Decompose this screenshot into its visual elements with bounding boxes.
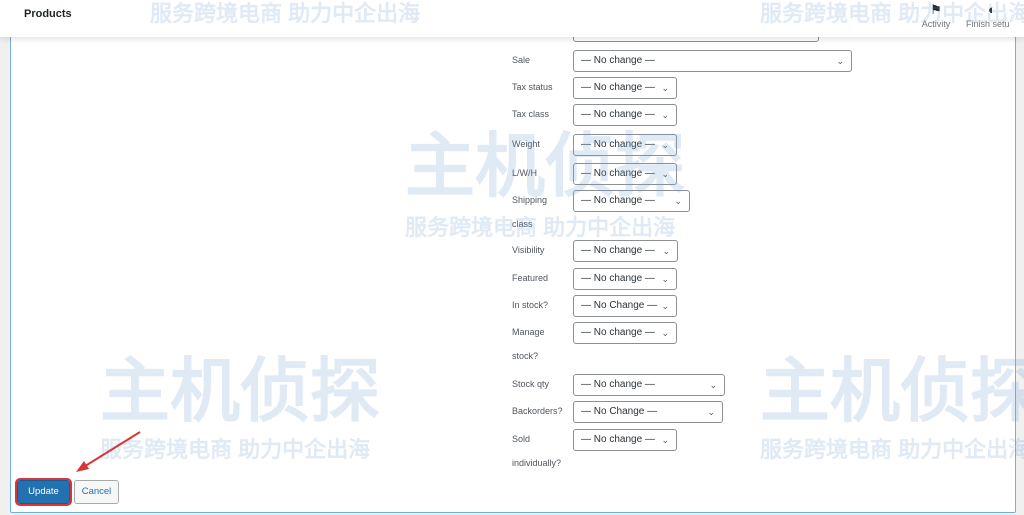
label-text: Visibility <box>512 245 545 255</box>
selected-value: — No change — <box>581 273 655 284</box>
label-text: L/W/H <box>512 168 538 178</box>
field-label-manage: Manage stock? <box>512 326 545 362</box>
chevron-down-icon: ⌄ <box>662 246 670 256</box>
cancel-button[interactable]: Cancel <box>74 480 119 504</box>
chevron-down-icon: ⌄ <box>674 196 682 206</box>
field-label-sold: Sold individually? <box>512 433 561 469</box>
selected-value: — No Change — <box>581 406 658 417</box>
chevron-down-icon: ⌄ <box>661 140 669 150</box>
field-label-stock-qty: Stock qty <box>512 378 549 390</box>
annotation-arrow-icon <box>76 431 141 472</box>
selected-value: — No change — <box>581 168 655 179</box>
chevron-down-icon: ⌄ <box>709 380 717 390</box>
label-text: In stock? <box>512 300 549 310</box>
page-title: Products <box>24 8 72 20</box>
chevron-down-icon: ⌄ <box>661 83 669 93</box>
label-text: Tax status <box>512 82 553 92</box>
activity-button[interactable]: ⚑ Activity <box>916 0 956 29</box>
selected-value: — No change — <box>581 82 655 93</box>
sold-select[interactable]: — No change — ⌄ <box>573 429 677 451</box>
chevron-down-icon: ⌄ <box>661 169 669 179</box>
field-label-sale: Sale <box>512 54 530 66</box>
chevron-down-icon: ⌄ <box>661 328 669 338</box>
label-text: Stock qty <box>512 379 550 389</box>
field-label-featured: Featured <box>512 272 548 284</box>
selected-value: — No change — <box>581 245 655 256</box>
visibility-select[interactable]: — No change — ⌄ <box>573 240 678 262</box>
label-text-line2: stock? <box>512 351 539 361</box>
field-label-weight: Weight <box>512 138 540 150</box>
progress-circle-icon: ◐ <box>988 2 996 17</box>
backorders-select[interactable]: — No Change — ⌄ <box>573 401 723 423</box>
field-label-in-stock: In stock? <box>512 299 548 311</box>
selected-value: — No Change — <box>581 300 658 311</box>
field-label-tax-status: Tax status <box>512 81 553 93</box>
label-text: Sold <box>512 434 531 444</box>
selected-value: — No change — <box>581 139 655 150</box>
tax-class-select[interactable]: — No change — ⌄ <box>573 104 677 126</box>
chevron-down-icon: ⌄ <box>707 407 715 417</box>
label-text: Tax class <box>512 109 550 119</box>
stock-qty-select[interactable]: — No change — ⌄ <box>573 374 725 396</box>
flag-icon: ⚑ <box>930 2 942 17</box>
sale-select[interactable]: — No change — ⌄ <box>573 50 852 72</box>
selected-value: — No change — <box>581 109 655 120</box>
finish-setup-button[interactable]: ◐ Finish setu <box>966 0 1024 29</box>
selected-value: — No change — <box>581 434 655 445</box>
manage-select[interactable]: — No change — ⌄ <box>573 322 677 344</box>
label-text: Shipping <box>512 195 548 205</box>
chevron-down-icon: ⌄ <box>661 301 669 311</box>
chevron-down-icon: ⌄ <box>661 435 669 445</box>
field-label-l-w-h: L/W/H <box>512 167 537 179</box>
top-header: Products ⚑ Activity ◐ Finish setu <box>0 0 1024 37</box>
label-text: Backorders? <box>512 406 563 416</box>
selected-value: — No change — <box>581 379 655 390</box>
in-stock-select[interactable]: — No Change — ⌄ <box>573 295 677 317</box>
shipping-select[interactable]: — No change — ⌄ <box>573 190 690 212</box>
featured-select[interactable]: — No change — ⌄ <box>573 268 677 290</box>
selected-value: — No change — <box>581 327 655 338</box>
activity-label: Activity <box>921 19 951 29</box>
tax-status-select[interactable]: — No change — ⌄ <box>573 77 677 99</box>
label-text-line2: individually? <box>512 458 562 468</box>
update-button[interactable]: Update <box>15 478 72 506</box>
label-text-line2: class <box>512 219 533 229</box>
selected-value: — No change — <box>581 55 655 66</box>
field-label-backorders: Backorders? <box>512 405 563 417</box>
field-label-shipping: Shipping class <box>512 194 547 230</box>
selected-value: — No change — <box>581 195 655 206</box>
label-text: Manage <box>512 327 545 337</box>
field-label-visibility: Visibility <box>512 244 544 256</box>
field-label-tax-class: Tax class <box>512 108 549 120</box>
chevron-down-icon: ⌄ <box>836 56 844 66</box>
l-w-h-select[interactable]: — No change — ⌄ <box>573 163 677 185</box>
label-text: Featured <box>512 273 549 283</box>
weight-select[interactable]: — No change — ⌄ <box>573 134 677 156</box>
label-text: Sale <box>512 55 531 65</box>
finish-setup-label: Finish setu <box>966 19 1010 29</box>
chevron-down-icon: ⌄ <box>661 274 669 284</box>
label-text: Weight <box>512 139 540 149</box>
chevron-down-icon: ⌄ <box>661 110 669 120</box>
